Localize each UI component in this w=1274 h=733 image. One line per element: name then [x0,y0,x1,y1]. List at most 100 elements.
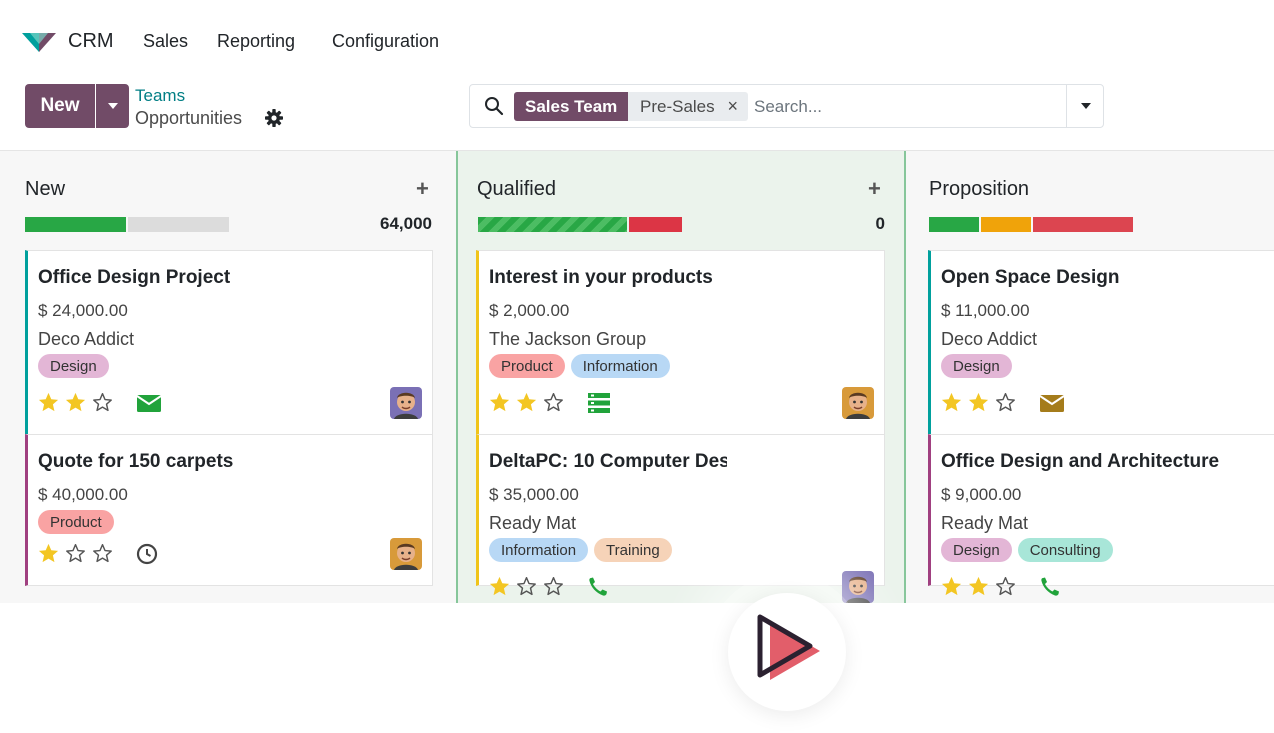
column-title[interactable]: New [25,178,65,201]
star-empty-icon[interactable] [64,542,87,565]
card-title[interactable]: Office Design Project [38,267,230,289]
opportunity-card[interactable]: Interest in your products $ 2,000.00 The J… [476,250,885,435]
star-filled-icon[interactable] [967,391,990,414]
tag-badge[interactable]: Training [594,538,672,562]
phone-icon[interactable] [587,576,613,598]
progress-segment[interactable] [25,217,126,232]
progress-segment[interactable] [981,217,1031,232]
search-facet-label: Sales Team [514,92,629,121]
card-amount: $ 40,000.00 [38,485,128,504]
card-amount: $ 24,000.00 [38,301,128,320]
tag-badge[interactable]: Information [570,354,670,378]
priority-stars[interactable] [37,542,114,565]
play-button[interactable] [728,593,846,711]
close-icon[interactable]: × [727,96,738,117]
card-amount: $ 9,000.00 [941,485,1022,504]
star-filled-icon[interactable] [488,575,511,598]
star-empty-icon[interactable] [91,542,114,565]
progress-segment[interactable] [478,217,628,232]
card-title[interactable]: Open Space Design [941,267,1119,289]
gear-icon[interactable] [264,108,284,128]
search-options-toggle[interactable] [1066,85,1104,127]
star-filled-icon[interactable] [515,391,538,414]
phone-icon[interactable] [1039,576,1065,598]
search-input[interactable] [754,93,1054,120]
star-empty-icon[interactable] [542,575,565,598]
opportunity-card[interactable]: DeltaPC: 10 Computer Desks $ 35,000.00 Rea… [476,434,885,603]
card-partner: Ready Mat [489,513,577,533]
progress-segment[interactable] [629,217,682,232]
avatar[interactable] [390,387,422,419]
menu-sales[interactable]: Sales [143,31,188,52]
star-empty-icon[interactable] [994,575,1017,598]
priority-stars[interactable] [940,575,1017,598]
envelope-icon[interactable] [1039,392,1065,414]
menu-reporting[interactable]: Reporting [217,31,295,52]
card-partner: Deco Addict [941,329,1038,349]
top-navbar: CRM Sales Reporting Configuration [0,0,1274,80]
column-title[interactable]: Qualified [477,178,556,201]
star-empty-icon[interactable] [542,391,565,414]
avatar[interactable] [390,538,422,570]
tag-badge[interactable]: Product [489,354,565,378]
card-tags: Design [941,354,1012,378]
star-filled-icon[interactable] [488,391,511,414]
envelope-icon[interactable] [136,392,162,414]
priority-stars[interactable] [488,575,565,598]
opportunity-card[interactable]: Open Space Design $ 11,000.00 Deco Addict D… [928,250,1274,435]
breadcrumb-teams[interactable]: Teams [135,86,185,106]
column-progress-bar[interactable] [929,217,1133,232]
app-name[interactable]: CRM [68,30,114,53]
star-empty-icon[interactable] [91,391,114,414]
card-title[interactable]: Interest in your products [489,267,713,289]
opportunity-card[interactable]: Office Design Project $ 24,000.00 Deco Add… [25,250,433,435]
star-filled-icon[interactable] [940,391,963,414]
tag-badge[interactable]: Design [941,538,1012,562]
search-facet-value-text: Pre-Sales [640,96,715,116]
tag-badge[interactable]: Product [38,510,114,534]
opportunity-card[interactable]: Quote for 150 carpets $ 40,000.00 Product [25,434,433,586]
priority-stars[interactable] [37,391,114,414]
crm-logo-icon[interactable] [20,30,58,54]
star-filled-icon[interactable] [64,391,87,414]
card-title[interactable]: Office Design and Architecture [941,451,1219,473]
search-icon[interactable] [484,96,504,116]
star-empty-icon[interactable] [515,575,538,598]
progress-segment[interactable] [929,217,979,232]
chevron-down-icon [107,103,118,109]
column-total: 64,000 [380,214,432,233]
progress-segment[interactable] [1033,217,1133,232]
opportunity-card[interactable]: Office Design and Architecture $ 9,000.00… [928,434,1274,596]
star-filled-icon[interactable] [967,575,990,598]
new-dropdown-toggle[interactable] [96,84,129,128]
card-title[interactable]: Quote for 150 carpets [38,451,233,473]
priority-stars[interactable] [940,391,1017,414]
star-filled-icon[interactable] [940,575,963,598]
clock-icon[interactable] [136,543,162,565]
star-filled-icon[interactable] [37,542,60,565]
card-amount: $ 11,000.00 [941,301,1030,320]
card-title[interactable]: DeltaPC: 10 Computer Desks [489,451,727,473]
tag-badge[interactable]: Design [941,354,1012,378]
card-tags: Information Training [489,538,672,562]
column-total: 0 [875,214,885,233]
column-progress-bar[interactable] [25,217,229,232]
plus-icon[interactable]: + [868,176,881,202]
menu-configuration[interactable]: Configuration [332,31,439,52]
tag-badge[interactable]: Information [489,538,589,562]
star-filled-icon[interactable] [37,391,60,414]
tag-badge[interactable]: Design [38,354,109,378]
column-progress-bar[interactable] [478,217,682,232]
new-button[interactable]: New [25,84,95,128]
card-partner: The Jackson Group [489,329,647,349]
avatar[interactable] [842,571,874,603]
progress-segment[interactable] [128,217,229,232]
star-empty-icon[interactable] [994,391,1017,414]
avatar[interactable] [842,387,874,419]
plus-icon[interactable]: + [416,176,429,202]
column-title[interactable]: Proposition [929,178,1029,201]
tasks-icon[interactable] [587,392,613,414]
tag-badge[interactable]: Consulting [1017,538,1113,562]
play-icon [757,614,820,680]
priority-stars[interactable] [488,391,565,414]
